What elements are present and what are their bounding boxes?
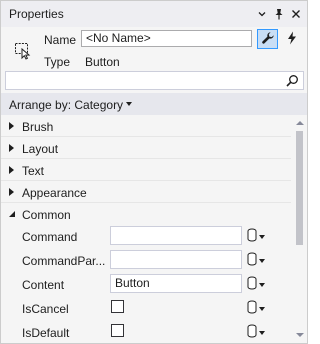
scroll-down-icon[interactable] (296, 333, 304, 337)
arrange-by-dropdown[interactable]: Arrange by: Category (1, 93, 307, 115)
iscancel-checkbox[interactable] (111, 300, 124, 313)
isdefault-checkbox[interactable] (111, 324, 124, 337)
property-marker[interactable] (247, 251, 269, 269)
category-appearance[interactable]: Appearance (1, 181, 291, 203)
chevron-down-icon (259, 235, 265, 239)
command-value-field[interactable] (110, 226, 242, 245)
name-field[interactable]: <No Name> (81, 30, 252, 47)
property-name: Content (22, 278, 65, 292)
properties-panel: Properties Name <No Name> Type Button Ar… (0, 0, 308, 344)
pin-icon (273, 8, 285, 20)
chevron-down-icon (126, 102, 132, 106)
scroll-up-icon[interactable] (296, 121, 304, 125)
element-header: Name <No Name> Type Button (1, 27, 307, 71)
chevron-down-icon (259, 307, 265, 311)
vertical-scrollbar[interactable] (292, 115, 307, 343)
property-row-isdefault: IsDefault (1, 320, 291, 343)
property-search-box (5, 71, 304, 90)
content-value-field[interactable]: Button (110, 274, 242, 293)
chevron-down-icon (257, 9, 267, 19)
expand-arrow-icon[interactable] (9, 122, 14, 130)
database-icon (247, 324, 257, 341)
arrange-by-label: Arrange by: Category (9, 98, 124, 112)
category-label: Layout (22, 142, 59, 156)
category-label: Brush (22, 120, 54, 134)
category-label: Appearance (22, 186, 87, 200)
type-label: Type (44, 55, 71, 69)
property-marker[interactable] (247, 227, 269, 245)
expand-arrow-icon[interactable] (9, 166, 14, 174)
property-row-iscancel: IsCancel (1, 296, 291, 320)
expand-arrow-icon[interactable] (9, 144, 14, 152)
category-label: Common (22, 208, 71, 222)
chevron-down-icon (259, 283, 265, 287)
close-icon (291, 9, 301, 19)
property-row-command: Command (1, 224, 291, 248)
expand-arrow-icon[interactable] (9, 188, 14, 196)
pin-button[interactable] (270, 5, 288, 23)
window-menu-button[interactable] (253, 5, 271, 23)
chevron-down-icon (259, 259, 265, 263)
property-grid: Brush Layout Text Appearance Common Comm… (1, 115, 291, 343)
window-title: Properties (9, 7, 64, 21)
category-common[interactable]: Common (1, 203, 291, 225)
property-row-commandparameter: CommandPar... (1, 248, 291, 272)
search-icon[interactable] (286, 74, 299, 87)
lightning-icon (286, 31, 298, 48)
chevron-down-icon (259, 331, 265, 335)
close-button[interactable] (287, 5, 305, 23)
property-name: IsCancel (22, 302, 69, 316)
search-input[interactable] (6, 72, 284, 89)
scroll-thumb[interactable] (296, 131, 303, 245)
database-icon (247, 300, 257, 317)
wrench-icon (261, 31, 275, 48)
database-icon (247, 276, 257, 293)
title-bar: Properties (1, 1, 307, 27)
category-layout[interactable]: Layout (1, 137, 291, 159)
property-marker[interactable] (247, 323, 269, 341)
category-text[interactable]: Text (1, 159, 291, 181)
selection-cursor-icon (13, 41, 33, 61)
properties-view-button[interactable] (257, 29, 278, 49)
category-brush[interactable]: Brush (1, 115, 291, 137)
name-label: Name (44, 33, 77, 47)
property-row-content: Content Button (1, 272, 291, 296)
events-view-button[interactable] (281, 29, 302, 49)
property-name: Command (22, 230, 78, 244)
property-marker[interactable] (247, 275, 269, 293)
collapse-arrow-icon[interactable] (9, 211, 15, 217)
category-label: Text (22, 164, 45, 178)
type-value: Button (85, 55, 120, 69)
database-icon (247, 228, 257, 245)
property-name: CommandPar... (22, 254, 106, 268)
commandparameter-value-field[interactable] (110, 250, 242, 269)
database-icon (247, 252, 257, 269)
property-marker[interactable] (247, 299, 269, 317)
property-name: IsDefault (22, 326, 70, 340)
